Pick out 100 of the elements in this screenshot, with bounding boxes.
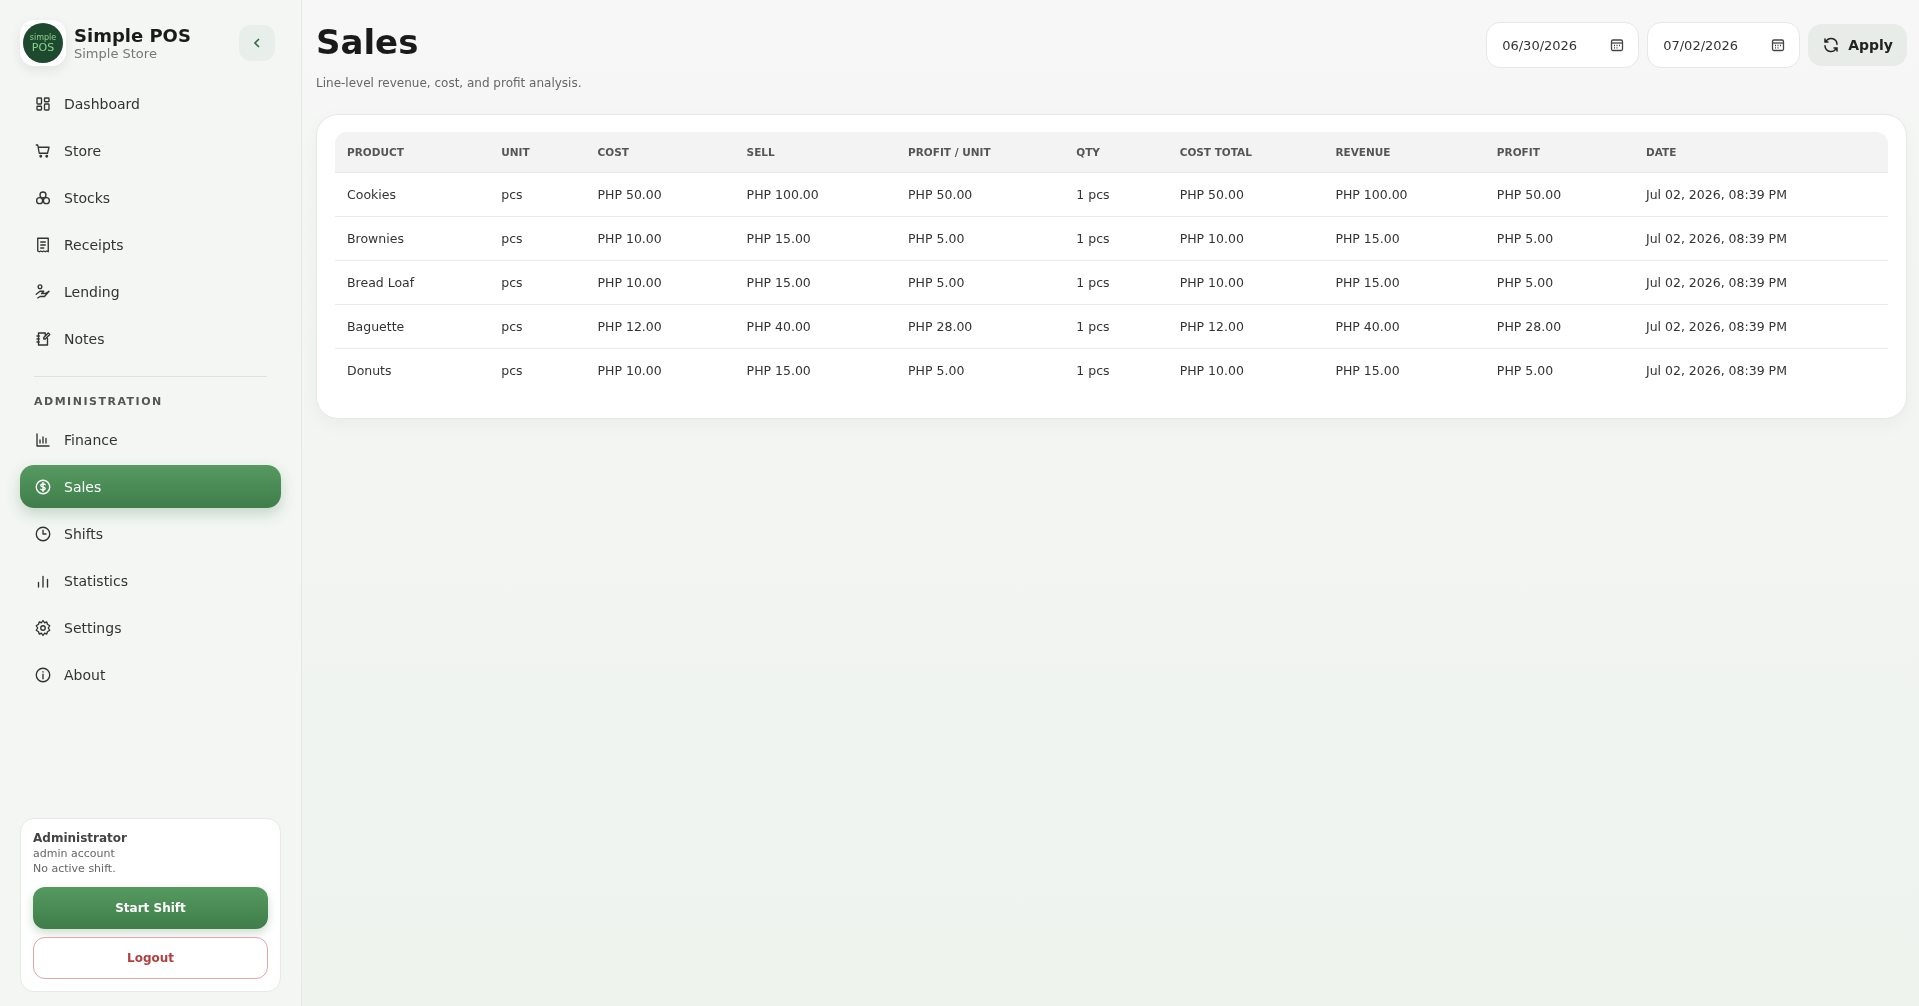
table-cell: PHP 10.00 [585,260,735,305]
table-cell: pcs [489,348,586,392]
table-cell: PHP 28.00 [896,304,1065,349]
nav-item[interactable]: Store [20,127,281,174]
table-cell: PHP 5.00 [1484,260,1634,305]
page-title: Sales [316,22,420,62]
table-cell: 1 pcs [1064,172,1168,217]
nav-item[interactable]: Finance [20,416,281,463]
collapse-button[interactable] [239,25,275,61]
apply-button[interactable]: Apply [1808,24,1907,66]
app-title: Simple POS [74,25,191,46]
table-cell: pcs [489,304,586,349]
table-cell: PHP 10.00 [585,348,735,392]
table-cell: 1 pcs [1064,216,1168,261]
column-header: QTY [1064,132,1168,173]
table-cell: PHP 50.00 [1484,172,1634,217]
table-cell: Donuts [335,348,490,392]
table-cell: PHP 10.00 [1167,348,1324,392]
table-cell: PHP 40.00 [1323,304,1485,349]
table-cell: Jul 02, 2026, 08:39 PM [1633,348,1888,392]
date-field[interactable]: 06/30/2026 [1486,22,1640,68]
table-cell: Baguette [335,304,490,349]
column-header: UNIT [489,132,586,173]
settings-icon [34,618,52,637]
table-cell: PHP 50.00 [1167,172,1324,217]
table-cell: Bread Loaf [335,260,490,305]
table-cell: pcs [489,216,586,261]
logout-button[interactable]: Logout [33,937,268,979]
section-heading: ADMINISTRATION [33,395,164,408]
nav-item[interactable]: Statistics [20,557,281,604]
start-shift-button[interactable]: Start Shift [33,887,268,929]
grid-icon [34,94,52,113]
receipt-icon [34,235,52,254]
user-role: admin account [33,847,116,860]
table-cell: PHP 12.00 [1167,304,1324,349]
table-cell: 1 pcs [1064,348,1168,392]
table-cell: Jul 02, 2026, 08:39 PM [1633,304,1888,349]
cart-icon [34,141,52,160]
table-cell: PHP 10.00 [1167,260,1324,305]
calendar-icon [1610,38,1625,52]
nav-item[interactable]: Lending [20,268,281,315]
store-name: Simple Store [74,46,158,61]
notebook-icon [34,329,52,348]
table-cell: pcs [489,260,586,305]
circles-icon [34,188,52,207]
table-cell: Brownies [335,216,490,261]
nav-item[interactable]: Receipts [20,221,281,268]
table-cell: PHP 5.00 [896,216,1065,261]
table-cell: PHP 15.00 [734,348,897,392]
column-header: PRODUCT [335,132,490,173]
column-header: DATE [1633,132,1888,173]
column-header: COST TOTAL [1167,132,1324,173]
logo: simple POS [20,20,66,66]
column-header: COST [585,132,735,173]
clock-icon [34,524,52,543]
column-header: SELL [734,132,897,173]
page-subtitle: Line-level revenue, cost, and profit analysis. [316,76,582,90]
table-cell: PHP 5.00 [1484,216,1634,261]
table-cell: PHP 100.00 [1323,172,1485,217]
column-header: PROFIT [1484,132,1634,173]
info-icon [34,665,52,684]
table-cell: PHP 12.00 [585,304,735,349]
table-cell: PHP 10.00 [585,216,735,261]
refresh-icon [1822,36,1841,54]
bar-chart-icon [34,430,52,449]
table-cell: pcs [489,172,586,217]
table-cell: PHP 50.00 [585,172,735,217]
table-cell: PHP 50.00 [896,172,1065,217]
hand-icon [34,282,52,301]
table-cell: PHP 15.00 [734,216,897,261]
shift-status: No active shift. [33,862,117,875]
table-cell: PHP 5.00 [896,260,1065,305]
nav-item[interactable]: Notes [20,315,281,362]
nav-item[interactable]: Stocks [20,174,281,221]
table-cell: Jul 02, 2026, 08:39 PM [1633,216,1888,261]
nav-item[interactable]: Sales [20,465,281,508]
date-field[interactable]: 07/02/2026 [1647,22,1801,68]
table-cell: Jul 02, 2026, 08:39 PM [1633,260,1888,305]
table-cell: PHP 100.00 [734,172,897,217]
table-cell: PHP 15.00 [1323,348,1485,392]
table-cell: Jul 02, 2026, 08:39 PM [1633,172,1888,217]
nav-item[interactable]: Shifts [20,510,281,557]
table-cell: PHP 5.00 [896,348,1065,392]
chevron-left-icon [251,37,263,49]
nav-item[interactable]: About [20,651,281,698]
column-header: PROFIT / UNIT [896,132,1065,173]
column-header: REVENUE [1323,132,1485,173]
table-cell: 1 pcs [1064,304,1168,349]
table-cell: 1 pcs [1064,260,1168,305]
table-cell: Cookies [335,172,490,217]
dollar-icon [34,477,52,496]
table-cell: PHP 15.00 [1323,260,1485,305]
table-cell: PHP 28.00 [1484,304,1634,349]
table-cell: PHP 40.00 [734,304,897,349]
table-cell: PHP 15.00 [734,260,897,305]
table-cell: PHP 10.00 [1167,216,1324,261]
user-name: Administrator [33,831,128,845]
nav-item[interactable]: Settings [20,604,281,651]
nav-item[interactable]: Dashboard [20,80,281,127]
table-cell: PHP 5.00 [1484,348,1634,392]
